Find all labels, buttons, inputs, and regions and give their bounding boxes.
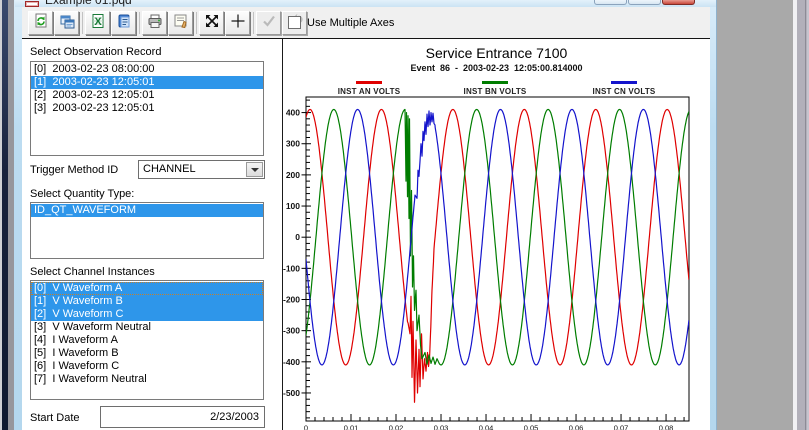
list-item[interactable]: [1] 2003-02-23 12:05:01 — [31, 76, 263, 89]
toolbar-separator — [251, 11, 256, 35]
channel-instances-listbox[interactable]: [0] V Waveform A[1] V Waveform B[2] V Wa… — [30, 280, 264, 400]
list-item[interactable]: [0] V Waveform A — [31, 282, 263, 295]
export-excel-icon: X — [90, 13, 106, 34]
svg-text:X: X — [94, 16, 102, 28]
list-item[interactable]: [3] 2003-02-23 12:05:01 — [31, 102, 263, 115]
close-button[interactable] — [662, 0, 695, 5]
copy-notes-icon — [116, 13, 132, 34]
apply-check-button[interactable] — [256, 11, 281, 35]
svg-text:0.08: 0.08 — [659, 424, 674, 430]
svg-text:100: 100 — [286, 201, 300, 211]
list-item[interactable]: [3] V Waveform Neutral — [31, 321, 263, 334]
background-window-edge — [805, 0, 806, 430]
list-item[interactable]: [6] I Waveform C — [31, 360, 263, 373]
svg-text:0.02: 0.02 — [389, 424, 404, 430]
observation-record-listbox[interactable]: [0] 2003-02-23 08:00:00[1] 2003-02-23 12… — [30, 61, 264, 156]
checkbox-label: Use Multiple Axes — [307, 17, 394, 29]
svg-text:300: 300 — [286, 139, 300, 149]
trigger-method-combobox[interactable]: CHANNEL — [138, 160, 265, 179]
export-excel-button[interactable]: X — [85, 11, 110, 35]
svg-text:-100: -100 — [283, 263, 300, 273]
toolbar: X — [28, 11, 308, 37]
report-view-button[interactable] — [54, 11, 79, 35]
list-item[interactable]: [5] I Waveform B — [31, 347, 263, 360]
observation-record-label: Select Observation Record — [30, 46, 161, 58]
chevron-down-icon — [251, 168, 259, 172]
svg-text:200: 200 — [286, 170, 300, 180]
checkbox-box[interactable] — [288, 16, 301, 29]
print-button[interactable] — [142, 11, 167, 35]
use-multiple-axes-checkbox[interactable]: Use Multiple Axes — [288, 16, 394, 29]
start-date-label: Start Date — [30, 412, 80, 424]
start-date-input[interactable] — [100, 406, 265, 428]
list-item[interactable]: [4] I Waveform A — [31, 334, 263, 347]
list-item[interactable]: [2] 2003-02-23 12:05:01 — [31, 89, 263, 102]
list-item[interactable]: [2] V Waveform C — [31, 308, 263, 321]
refresh-data-button[interactable] — [28, 11, 53, 35]
apply-check-icon — [261, 13, 277, 34]
trigger-method-label: Trigger Method ID — [30, 164, 118, 176]
svg-text:-500: -500 — [283, 388, 300, 398]
quantity-type-label: Select Quantity Type: — [30, 188, 134, 200]
toolbar-separator — [80, 11, 85, 35]
toolbar-separator — [137, 11, 142, 35]
list-item[interactable]: ID_QT_WAVEFORM — [31, 204, 263, 217]
svg-text:400: 400 — [286, 108, 300, 118]
maximize-button[interactable] — [628, 0, 661, 5]
svg-text:0: 0 — [304, 424, 308, 430]
copy-notes-button[interactable] — [111, 11, 136, 35]
print-icon — [147, 13, 163, 34]
svg-text:0.01: 0.01 — [344, 424, 359, 430]
list-item[interactable]: [1] V Waveform B — [31, 295, 263, 308]
svg-text:0.05: 0.05 — [524, 424, 539, 430]
list-item[interactable]: [0] 2003-02-23 08:00:00 — [31, 63, 263, 76]
svg-text:0: 0 — [295, 232, 300, 242]
window-title: Example 01.pqd — [45, 0, 132, 7]
channel-properties-button[interactable] — [168, 11, 193, 35]
zoom-extents-button[interactable] — [199, 11, 224, 35]
chart-panel: Service Entrance 7100 Event 86 - 2003-02… — [283, 39, 710, 430]
svg-text:-200: -200 — [283, 295, 300, 305]
quantity-type-listbox[interactable]: ID_QT_WAVEFORM — [30, 202, 264, 259]
report-view-icon — [59, 13, 75, 34]
trigger-method-value: CHANNEL — [143, 163, 196, 175]
toolbar-separator — [194, 11, 199, 35]
minimize-button[interactable] — [594, 0, 627, 5]
channel-properties-icon — [173, 13, 189, 34]
crosshair-icon — [230, 13, 246, 34]
background-window-edge — [797, 0, 809, 430]
svg-text:-400: -400 — [283, 357, 300, 367]
svg-text:0.04: 0.04 — [479, 424, 494, 430]
svg-text:-300: -300 — [283, 326, 300, 336]
svg-text:0.06: 0.06 — [569, 424, 584, 430]
svg-text:0.03: 0.03 — [434, 424, 449, 430]
dropdown-button[interactable] — [246, 162, 263, 177]
refresh-data-icon — [33, 13, 49, 34]
svg-text:0.07: 0.07 — [614, 424, 629, 430]
waveform-plot[interactable]: -500 -400 -300 -200 -100 0 100 200 300 400 0 0.01 0.… — [283, 39, 710, 430]
zoom-extents-icon — [204, 13, 220, 34]
crosshair-button[interactable] — [225, 11, 250, 35]
channel-instances-label: Select Channel Instances — [30, 266, 155, 278]
list-item[interactable]: [7] I Waveform Neutral — [31, 373, 263, 386]
